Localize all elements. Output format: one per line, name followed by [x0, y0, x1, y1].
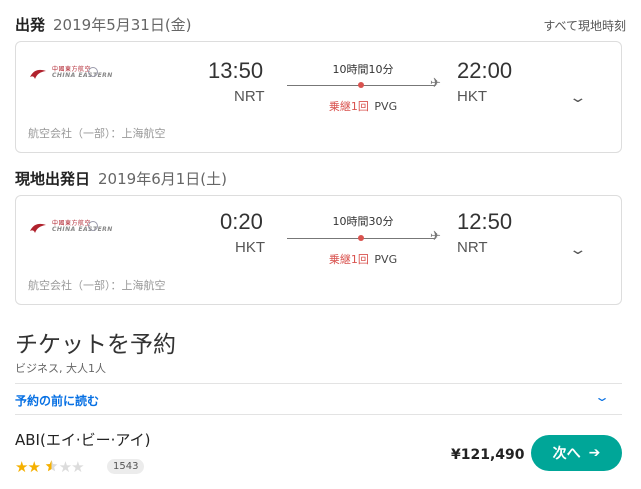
star-half-icon	[40, 458, 59, 476]
stops-count: 乗継1回	[328, 100, 369, 113]
depart-code: NRT	[234, 88, 265, 105]
star-icon: ★	[27, 458, 40, 476]
read-before-booking-link[interactable]: 予約の前に読む	[15, 392, 99, 409]
inbound-flight-card[interactable]: 中國東方航空 CHINA EASTERN 0:20 HKT 10時間30分 ✈ …	[15, 195, 622, 305]
flight-duration: 10時間10分	[332, 63, 394, 76]
airline-logo: 中國東方航空 CHINA EASTERN	[28, 220, 112, 234]
star-icon: ★	[15, 458, 28, 476]
divider	[15, 383, 622, 384]
stop-dot	[358, 82, 364, 88]
arrow-right-icon: ➔	[588, 445, 601, 461]
local-time-note: すべて現地時刻	[543, 19, 626, 33]
arrive-time: 22:00	[457, 58, 513, 83]
booking-title: チケットを予約	[15, 332, 176, 358]
stops-info: 乗継1回 PVG	[283, 251, 443, 267]
depart-time: 0:20	[220, 209, 263, 234]
airline-bird-icon	[30, 223, 46, 233]
rating-stars: ★★ ★★	[15, 458, 85, 476]
flight-duration: 10時間30分	[332, 215, 394, 228]
chevron-down-icon[interactable]: ⌄	[594, 390, 610, 404]
review-count-badge: 1543	[107, 459, 145, 474]
alliance-globe-icon	[88, 221, 98, 231]
arrive-time: 12:50	[457, 209, 513, 234]
alliance-globe-icon	[88, 67, 98, 77]
airline-bird-icon	[30, 69, 46, 79]
star-icon: ★	[71, 458, 84, 476]
price: ¥121,490	[451, 447, 525, 463]
stop-dot	[358, 235, 364, 241]
inbound-date: 2019年6月1日(土)	[98, 170, 227, 188]
airline-logo-en: CHINA EASTERN	[52, 226, 113, 233]
outbound-flight-card[interactable]: 中國東方航空 CHINA EASTERN 13:50 NRT 10時間10分 ✈…	[15, 41, 622, 153]
next-button[interactable]: 次へ ➔	[531, 435, 622, 471]
inbound-header: 現地出発日 2019年6月1日(土)	[15, 168, 626, 189]
outbound-header: 出発 2019年5月31日(金) すべて現地時刻	[15, 14, 626, 35]
next-button-label: 次へ	[552, 446, 581, 462]
airline-logo: 中國東方航空 CHINA EASTERN	[28, 66, 112, 80]
stops-info: 乗継1回 PVG	[283, 98, 443, 114]
divider	[15, 414, 622, 415]
arrive-code: NRT	[457, 239, 488, 256]
outbound-heading: 出発	[15, 16, 46, 34]
chevron-down-icon[interactable]: ⌄	[568, 242, 587, 258]
plane-icon: ✈	[430, 76, 441, 91]
depart-code: HKT	[235, 239, 265, 256]
operating-airline: 航空会社（一部）：上海航空	[28, 127, 166, 140]
stops-via: PVG	[374, 253, 398, 266]
airline-logo-en: CHINA EASTERN	[52, 72, 113, 79]
stops-via: PVG	[374, 100, 398, 113]
star-icon: ★	[58, 458, 72, 476]
operating-airline: 航空会社（一部）：上海航空	[28, 279, 166, 292]
outbound-date: 2019年5月31日(金)	[53, 16, 192, 34]
arrive-code: HKT	[457, 88, 487, 105]
stops-count: 乗継1回	[328, 253, 369, 266]
booking-subtitle: ビジネス, 大人1人	[15, 362, 106, 375]
provider-name: ABI(エイ·ビー·アイ)	[15, 431, 151, 449]
depart-time: 13:50	[208, 58, 264, 83]
plane-icon: ✈	[430, 229, 441, 244]
chevron-down-icon[interactable]: ⌄	[568, 90, 587, 106]
inbound-heading: 現地出発日	[15, 170, 91, 188]
